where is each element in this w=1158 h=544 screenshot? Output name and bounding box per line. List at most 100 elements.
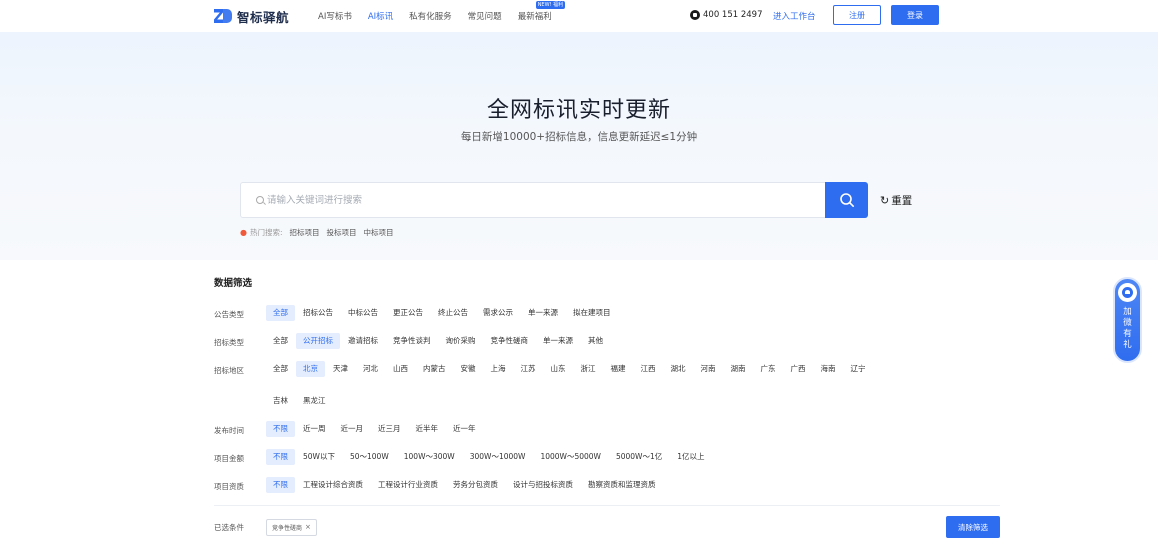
divider xyxy=(214,505,1000,506)
filter-option[interactable]: 上海 xyxy=(484,361,513,377)
hot-label: 热门搜索: xyxy=(249,228,283,237)
hero-section: 全网标讯实时更新 每日新增10000+招标信息，信息更新延迟≤1分钟 ↻ 重置 … xyxy=(0,32,1158,260)
refresh-icon: ↻ xyxy=(880,194,890,207)
phone-contact: 400 151 2497 xyxy=(690,10,762,20)
filter-row-project-amount: 项目金额 不限 50W以下 50～100W 100W～300W 300W～1000W 100… xyxy=(214,449,1000,465)
filter-option[interactable]: 广西 xyxy=(784,361,813,377)
search-box xyxy=(240,182,868,218)
filter-option[interactable]: 拟在建项目 xyxy=(566,305,618,321)
filter-option[interactable]: 河南 xyxy=(694,361,723,377)
filter-option[interactable]: 中标公告 xyxy=(341,305,385,321)
filter-option[interactable]: 单一来源 xyxy=(521,305,565,321)
hot-item[interactable]: 投标项目 xyxy=(327,227,357,238)
filter-option[interactable]: 询价采购 xyxy=(439,333,483,349)
nav-item-ai-write[interactable]: AI写标书 xyxy=(318,10,352,22)
filter-option[interactable]: 邀请招标 xyxy=(341,333,385,349)
hot-item[interactable]: 招标项目 xyxy=(290,227,320,238)
selected-chip[interactable]: 竞争性磋商 × xyxy=(266,518,317,536)
filter-options: 不限 50W以下 50～100W 100W～300W 300W～1000W 1000W～5… xyxy=(266,449,986,465)
filter-option[interactable]: 设计与招投标资质 xyxy=(506,477,580,493)
add-wechat-gift-button[interactable]: 加 微 有 礼 xyxy=(1113,277,1142,363)
filter-label: 招标地区 xyxy=(214,366,244,375)
filter-row-project-qualification: 项目资质 不限 工程设计综合资质 工程设计行业资质 劳务分包资质 设计与招投标资质 勘察资质… xyxy=(214,477,1000,493)
filter-option[interactable]: 工程设计行业资质 xyxy=(371,477,445,493)
nav-item-faq[interactable]: 常见问题 xyxy=(468,10,502,22)
filter-option[interactable]: 单一来源 xyxy=(536,333,580,349)
filter-option[interactable]: 1000W～5000W xyxy=(533,449,608,465)
filter-option[interactable]: 内蒙古 xyxy=(416,361,453,377)
gift-text: 加 微 有 礼 xyxy=(1123,307,1132,350)
filter-row-publish-time: 发布时间 不限 近一周 近一月 近三月 近半年 近一年 xyxy=(214,421,1000,437)
filter-option[interactable]: 其他 xyxy=(581,333,610,349)
workbench-link[interactable]: 进入工作台 xyxy=(773,10,816,22)
filter-option[interactable]: 广东 xyxy=(754,361,783,377)
filter-option[interactable]: 300W～1000W xyxy=(463,449,533,465)
filter-option[interactable]: 海南 xyxy=(814,361,843,377)
filter-option[interactable]: 吉林 xyxy=(266,393,295,409)
filter-option[interactable]: 5000W～1亿 xyxy=(609,449,669,465)
filter-option[interactable]: 江苏 xyxy=(514,361,543,377)
filter-option[interactable]: 近一年 xyxy=(446,421,483,437)
filter-option[interactable]: 天津 xyxy=(326,361,355,377)
clear-filters-button[interactable]: 清除筛选 xyxy=(946,516,1000,538)
filter-option[interactable]: 安徽 xyxy=(454,361,483,377)
filter-option[interactable]: 劳务分包资质 xyxy=(446,477,505,493)
filter-option[interactable]: 近一月 xyxy=(334,421,371,437)
top-header: 智标驿航 AI写标书 AI标讯 私有化服务 常见问题 最新福利 NEW! 福利 … xyxy=(0,0,1158,32)
filter-option[interactable]: 不限 xyxy=(266,421,295,437)
filter-option[interactable]: 全部 xyxy=(266,361,295,377)
filter-option[interactable]: 近半年 xyxy=(409,421,446,437)
logo-text: 智标驿航 xyxy=(237,9,290,25)
filter-option[interactable]: 更正公告 xyxy=(386,305,430,321)
register-button[interactable]: 注册 xyxy=(833,5,881,25)
filter-row-announcement-type: 公告类型 全部 招标公告 中标公告 更正公告 终止公告 需求公示 单一来源 拟在建项目 xyxy=(214,305,1000,321)
reset-button[interactable]: ↻ 重置 xyxy=(880,193,912,208)
filter-option[interactable]: 湖南 xyxy=(724,361,753,377)
filter-option[interactable]: 全部 xyxy=(266,305,295,321)
filter-option[interactable]: 不限 xyxy=(266,477,295,493)
filter-option[interactable]: 山东 xyxy=(544,361,573,377)
filter-option[interactable]: 近一周 xyxy=(296,421,333,437)
logo-mark-icon xyxy=(214,8,232,24)
filter-option[interactable]: 竞争性磋商 xyxy=(484,333,536,349)
nav-item-ai-bid-news[interactable]: AI标讯 xyxy=(368,10,393,22)
logo[interactable]: 智标驿航 xyxy=(214,7,289,25)
filter-option[interactable]: 黑龙江 xyxy=(296,393,333,409)
filter-label: 项目资质 xyxy=(214,482,244,491)
nav-item-latest-benefits[interactable]: 最新福利 NEW! 福利 xyxy=(518,1,566,22)
filter-option[interactable]: 50W以下 xyxy=(296,449,342,465)
filter-option[interactable]: 浙江 xyxy=(574,361,603,377)
hot-item[interactable]: 中标项目 xyxy=(364,227,394,238)
filter-option[interactable]: 辽宁 xyxy=(844,361,873,377)
filter-option[interactable]: 需求公示 xyxy=(476,305,520,321)
filter-option[interactable]: 近三月 xyxy=(371,421,408,437)
hero-title: 全网标讯实时更新 xyxy=(486,98,671,123)
filter-option[interactable]: 100W～300W xyxy=(397,449,462,465)
filter-option[interactable]: 1亿以上 xyxy=(670,449,711,465)
filter-option[interactable]: 公开招标 xyxy=(296,333,340,349)
search-button[interactable] xyxy=(825,182,868,218)
filter-option[interactable]: 福建 xyxy=(604,361,633,377)
filter-option[interactable]: 北京 xyxy=(296,361,325,377)
selected-conditions: 已选条件 竞争性磋商 × 清除筛选 xyxy=(214,516,1000,538)
wechat-icon xyxy=(1118,283,1137,302)
search-input[interactable] xyxy=(255,183,815,217)
filter-options: 不限 近一周 近一月 近三月 近半年 近一年 xyxy=(266,421,986,437)
filter-option[interactable]: 50～100W xyxy=(343,449,396,465)
filter-option[interactable]: 不限 xyxy=(266,449,295,465)
nav-item-private-service[interactable]: 私有化服务 xyxy=(409,10,452,22)
filter-label: 项目金额 xyxy=(214,454,244,463)
filter-option[interactable]: 竞争性谈判 xyxy=(386,333,438,349)
filter-option[interactable]: 全部 xyxy=(266,333,295,349)
filter-option[interactable]: 招标公告 xyxy=(296,305,340,321)
hot-searches: ● 热门搜索: 招标项目 投标项目 中标项目 xyxy=(240,227,394,238)
login-button[interactable]: 登录 xyxy=(891,5,939,25)
filter-option[interactable]: 终止公告 xyxy=(431,305,475,321)
filter-option[interactable]: 河北 xyxy=(356,361,385,377)
filter-option[interactable]: 山西 xyxy=(386,361,415,377)
filter-option[interactable]: 工程设计综合资质 xyxy=(296,477,370,493)
filter-option[interactable]: 湖北 xyxy=(664,361,693,377)
filter-option[interactable]: 江西 xyxy=(634,361,663,377)
close-icon[interactable]: × xyxy=(305,523,311,531)
filter-option[interactable]: 勘察资质和监理资质 xyxy=(581,477,663,493)
